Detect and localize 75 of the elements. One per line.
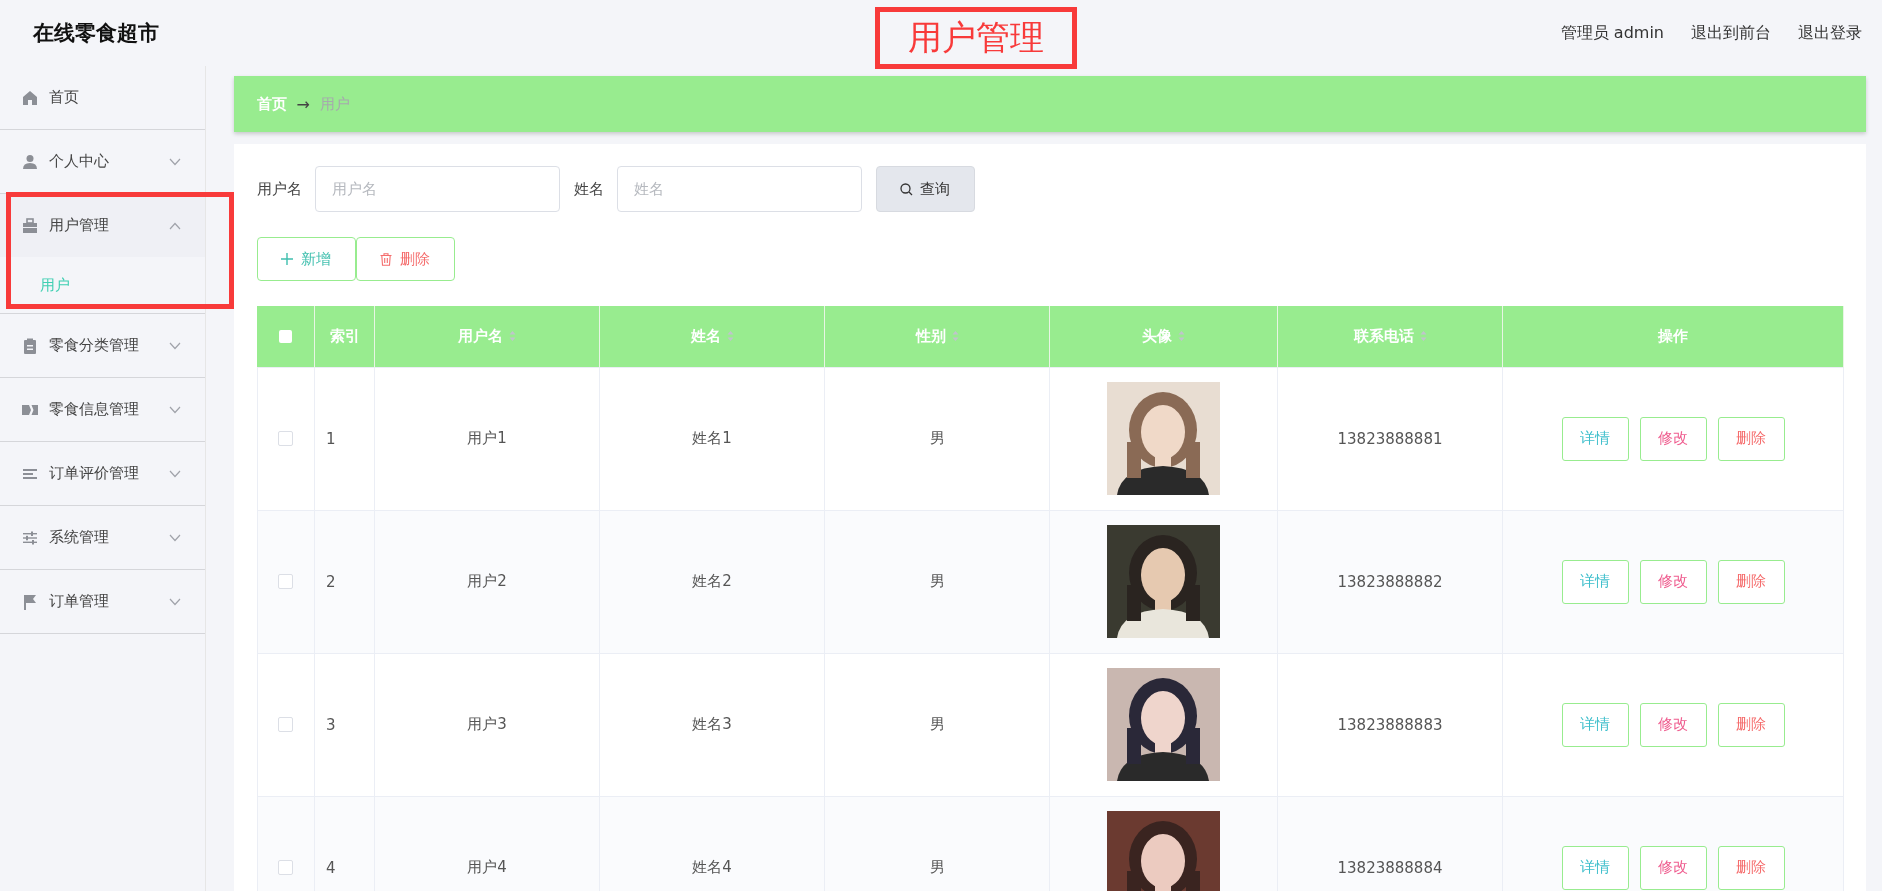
menu-item[interactable]: 首页 — [0, 66, 205, 129]
field-label: 姓名 — [573, 179, 604, 199]
menu-item[interactable]: 用户管理 — [0, 194, 205, 257]
menu-item[interactable]: 订单管理 — [0, 570, 205, 633]
menu-item[interactable]: 订单评价管理 — [0, 442, 205, 505]
table-cell: 13823888884 — [1337, 858, 1443, 877]
search-icon — [900, 182, 913, 196]
column-header: 头像 — [1142, 326, 1172, 345]
table-cell: 用户4 — [467, 858, 507, 876]
header-link[interactable]: 退出登录 — [1798, 22, 1862, 44]
table-cell: 男 — [929, 572, 945, 590]
flag-icon — [22, 593, 38, 610]
table-cell: 1 — [326, 429, 336, 448]
trash-icon — [380, 252, 392, 266]
delete-button[interactable]: 删除 — [1717, 559, 1785, 604]
column-header: 性别 — [915, 326, 946, 345]
detail-button[interactable]: 详情 — [1561, 416, 1629, 461]
table-cell: 用户1 — [467, 429, 507, 447]
edit-button[interactable]: 修改 — [1639, 702, 1707, 747]
table-cell: 13823888881 — [1337, 429, 1443, 448]
breadcrumb-current: 用户 — [319, 94, 350, 114]
column-header: 姓名 — [690, 326, 721, 345]
breadcrumb-separator: → — [296, 94, 310, 114]
table-cell: 4 — [326, 858, 336, 877]
delete-button[interactable]: 删除 — [355, 237, 455, 281]
page-title: 用户管理 — [875, 7, 1077, 69]
select-all-checkbox[interactable] — [279, 329, 292, 343]
detail-button[interactable]: 详情 — [1561, 559, 1629, 604]
plus-icon — [281, 253, 293, 265]
search-field[interactable]: 姓名 — [616, 166, 862, 212]
table-cell: 男 — [929, 429, 945, 447]
table-cell: 2 — [326, 572, 336, 591]
row-checkbox[interactable] — [278, 574, 294, 589]
header-link[interactable]: 退出到前台 — [1691, 22, 1771, 44]
clipboard-icon — [22, 337, 38, 354]
edit-button[interactable]: 修改 — [1639, 559, 1707, 604]
table-cell: 姓名4 — [692, 858, 732, 876]
table-cell: 姓名2 — [692, 572, 732, 590]
add-button[interactable]: 新增 — [256, 237, 356, 281]
delete-button[interactable]: 删除 — [1717, 845, 1785, 890]
table-cell: 13823888883 — [1337, 715, 1443, 734]
column-header: 用户名 — [458, 326, 503, 345]
column-header: 操作 — [1658, 326, 1688, 345]
table-cell: 姓名1 — [692, 429, 732, 447]
sliders-icon — [22, 529, 38, 546]
search-button[interactable]: 查询 — [875, 166, 975, 212]
briefcase-icon — [22, 217, 38, 234]
column-header: 联系电话 — [1353, 326, 1414, 345]
menu-item[interactable]: 个人中心 — [0, 130, 205, 193]
menu-item[interactable]: 系统管理 — [0, 506, 205, 569]
detail-button[interactable]: 详情 — [1561, 702, 1629, 747]
field-label: 用户名 — [256, 179, 302, 199]
detail-button[interactable]: 详情 — [1561, 845, 1629, 890]
edit-button[interactable]: 修改 — [1639, 845, 1707, 890]
column-header: 索引 — [329, 326, 360, 345]
table-cell: 13823888882 — [1337, 572, 1443, 591]
table-cell: 用户2 — [467, 572, 507, 590]
user-icon — [22, 153, 38, 170]
search-field[interactable]: 用户名 — [314, 166, 560, 212]
table-cell: 姓名3 — [692, 715, 732, 733]
user-menu-link[interactable]: 管理员 admin — [1560, 22, 1664, 44]
row-checkbox[interactable] — [278, 860, 294, 875]
delete-button[interactable]: 删除 — [1717, 416, 1785, 461]
table-cell: 用户3 — [467, 715, 507, 733]
row-checkbox[interactable] — [278, 717, 294, 732]
home-icon — [22, 89, 38, 106]
table-cell: 男 — [929, 715, 945, 733]
table-cell: 3 — [326, 715, 336, 734]
menu-item[interactable]: 零食信息管理 — [0, 378, 205, 441]
edit-button[interactable]: 修改 — [1639, 416, 1707, 461]
table-cell: 男 — [929, 858, 945, 876]
site-logo: 在线零食超市 — [33, 20, 159, 47]
delete-button[interactable]: 删除 — [1717, 702, 1785, 747]
menu-item[interactable]: 零食分类管理 — [0, 314, 205, 377]
row-checkbox[interactable] — [278, 431, 294, 446]
